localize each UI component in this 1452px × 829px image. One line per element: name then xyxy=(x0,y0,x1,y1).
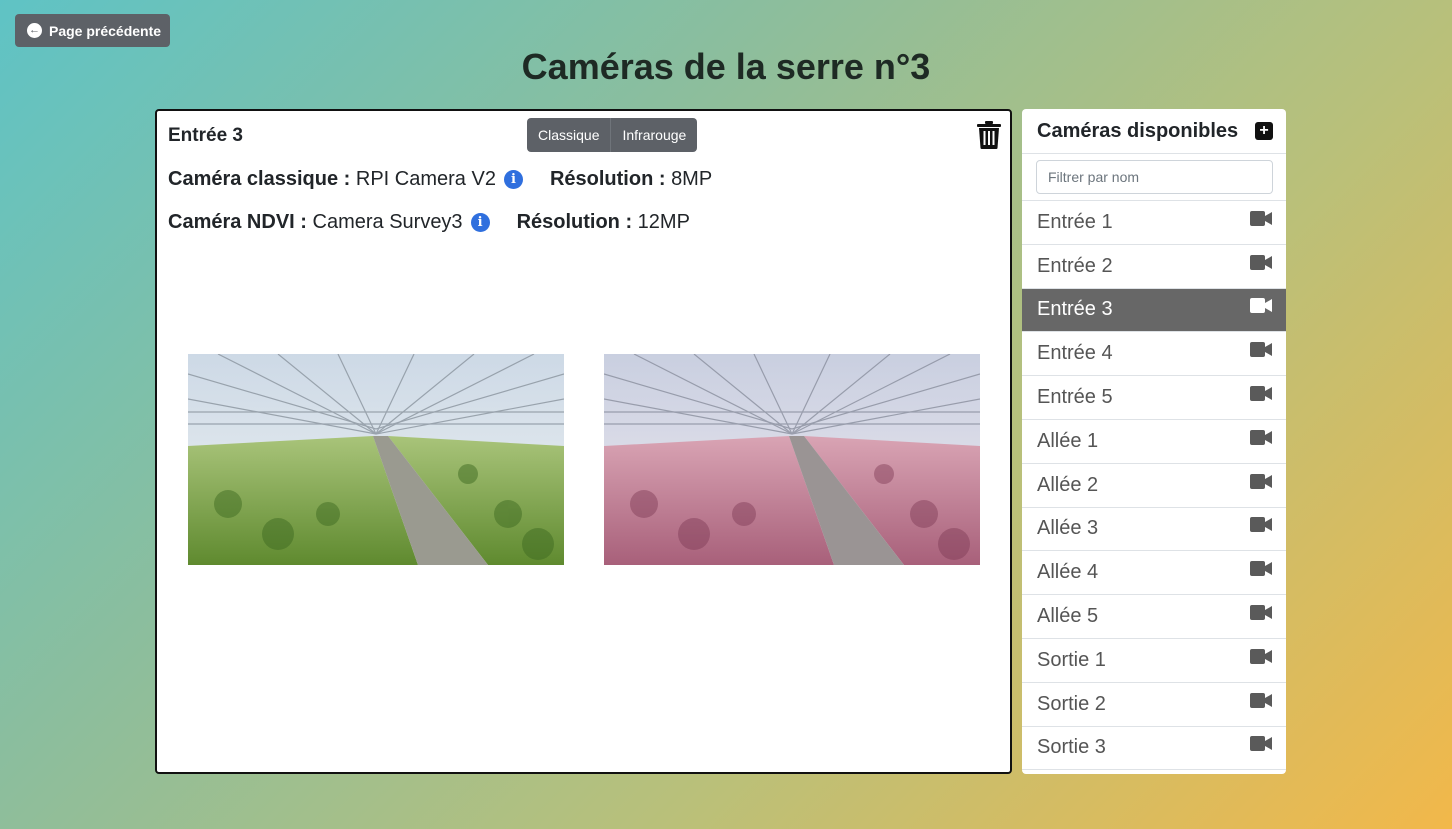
camera-list-item[interactable]: Entrée 4 xyxy=(1022,332,1286,377)
camera-name: Entrée 3 xyxy=(168,125,243,146)
classic-resolution-label: Résolution : xyxy=(549,168,666,190)
ndvi-resolution-label: Résolution : xyxy=(516,211,633,233)
camera-list-panel: Caméras disponibles + Entrée 1Entrée 2En… xyxy=(1022,109,1286,774)
video-camera-icon xyxy=(1250,254,1272,270)
camera-list-item[interactable]: Allée 2 xyxy=(1022,464,1286,508)
ndvi-camera-label: Caméra NDVI : xyxy=(168,211,307,233)
camera-list-item-label: Allée 5 xyxy=(1037,605,1099,628)
video-camera-icon xyxy=(1250,517,1272,533)
camera-list-item-label: Entrée 4 xyxy=(1037,342,1113,365)
camera-list-item-label: Sortie 2 xyxy=(1037,692,1106,715)
camera-list-item[interactable]: Entrée 5 xyxy=(1022,376,1286,420)
classic-camera-info: Caméra classique : RPI Camera V2 i Résol… xyxy=(168,168,712,191)
camera-list-item-label: Entrée 5 xyxy=(1037,386,1113,409)
classic-resolution-value: 8MP xyxy=(671,168,713,190)
camera-list-title: Caméras disponibles xyxy=(1037,119,1239,142)
video-camera-icon xyxy=(1250,736,1272,752)
camera-list: Entrée 1 Entrée 2 Entrée 3 Entrée 4 Entrée 5… xyxy=(1022,201,1286,771)
camera-list-item[interactable]: Allée 3 xyxy=(1022,508,1286,552)
camera-list-item[interactable]: Sortie 3 xyxy=(1022,727,1286,771)
filter-input[interactable] xyxy=(1036,160,1273,194)
info-circle-icon[interactable]: i xyxy=(503,170,523,189)
classic-camera-model: RPI Camera V2 xyxy=(355,168,496,190)
camera-list-header: Caméras disponibles + xyxy=(1022,109,1286,154)
video-camera-icon xyxy=(1250,429,1272,445)
view-mode-toggle: Classique Infrarouge xyxy=(527,118,698,152)
page-title: Caméras de la serre n°3 xyxy=(521,46,931,87)
camera-list-item[interactable]: Allée 5 xyxy=(1022,595,1286,639)
back-button[interactable]: ← Page précédente xyxy=(15,14,170,47)
video-camera-icon xyxy=(1250,386,1272,402)
camera-list-item-label: Allée 1 xyxy=(1037,429,1099,452)
camera-list-item-label: Entrée 1 xyxy=(1037,210,1113,233)
camera-list-item-label: Allée 3 xyxy=(1037,517,1099,540)
camera-list-item-label: Allée 2 xyxy=(1037,473,1099,496)
trash-icon[interactable] xyxy=(977,121,1001,149)
plus-square-icon[interactable]: + xyxy=(1255,122,1273,140)
infrared-camera-image xyxy=(604,354,980,565)
back-button-label: Page précédente xyxy=(49,22,162,39)
camera-list-item-label: Entrée 3 xyxy=(1037,298,1113,321)
camera-list-item[interactable]: Entrée 1 xyxy=(1022,201,1286,245)
classic-camera-label: Caméra classique : xyxy=(168,168,351,190)
camera-list-item[interactable]: Allée 4 xyxy=(1022,551,1286,596)
camera-list-item[interactable]: Sortie 1 xyxy=(1022,639,1286,683)
camera-list-item-label: Sortie 1 xyxy=(1037,648,1106,671)
video-camera-icon xyxy=(1250,648,1272,664)
filter-container xyxy=(1022,154,1286,201)
camera-detail-panel: Entrée 3 Classique Infrarouge Caméra cla… xyxy=(155,109,1012,774)
video-camera-icon xyxy=(1250,692,1272,708)
video-camera-icon xyxy=(1250,298,1272,314)
infrared-mode-button[interactable]: Infrarouge xyxy=(610,118,697,152)
video-camera-icon xyxy=(1250,561,1272,577)
video-camera-icon xyxy=(1250,473,1272,489)
camera-list-item-label: Allée 4 xyxy=(1037,561,1099,584)
ndvi-camera-info: Caméra NDVI : Camera Survey3 i Résolutio… xyxy=(168,211,690,234)
arrow-left-circle-icon: ← xyxy=(27,23,42,38)
camera-list-item[interactable]: Entrée 2 xyxy=(1022,245,1286,289)
camera-list-item-label: Entrée 2 xyxy=(1037,254,1113,277)
video-camera-icon xyxy=(1250,210,1272,226)
classic-camera-image xyxy=(188,354,564,565)
camera-list-item[interactable]: Allée 1 xyxy=(1022,420,1286,464)
camera-list-item-label: Sortie 3 xyxy=(1037,736,1106,759)
camera-list-item[interactable]: Sortie 2 xyxy=(1022,683,1286,727)
ndvi-resolution-value: 12MP xyxy=(637,211,690,233)
video-camera-icon xyxy=(1250,342,1272,358)
ndvi-camera-model: Camera Survey3 xyxy=(312,211,463,233)
video-camera-icon xyxy=(1250,605,1272,621)
classic-mode-button[interactable]: Classique xyxy=(527,118,610,152)
info-circle-icon[interactable]: i xyxy=(470,213,490,232)
camera-list-item[interactable]: Entrée 3 xyxy=(1022,288,1286,333)
